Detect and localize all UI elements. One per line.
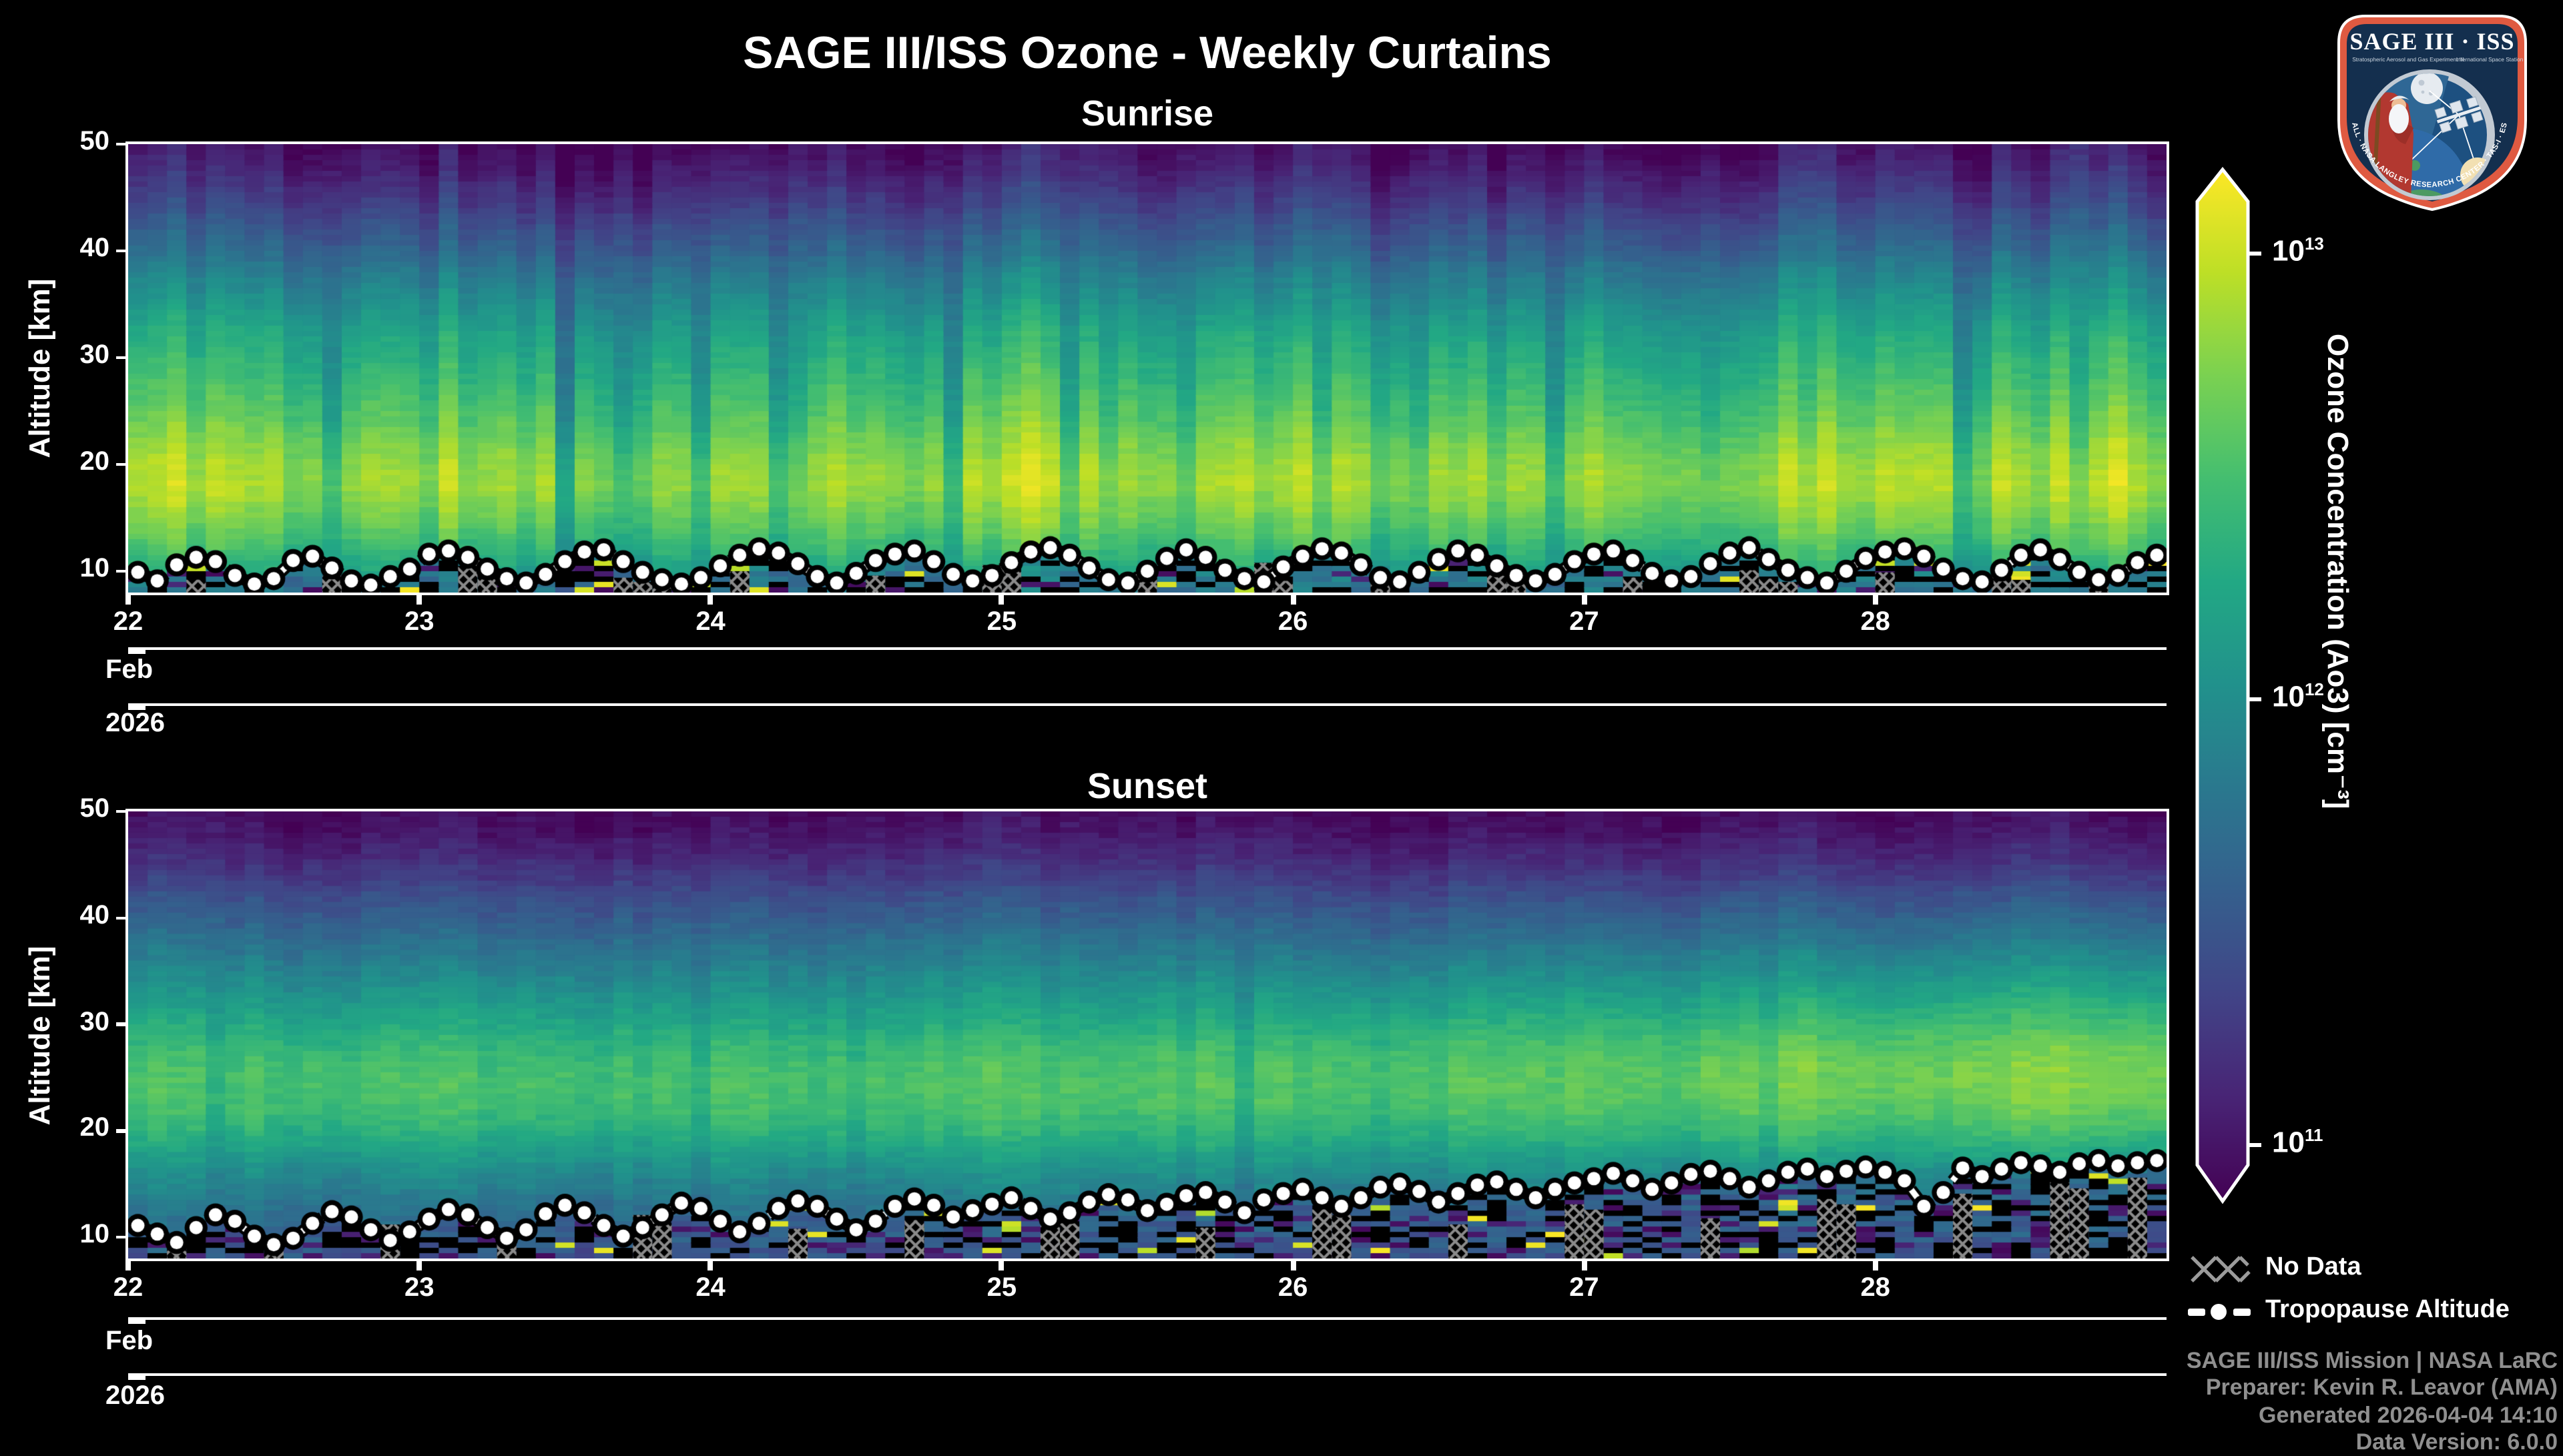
x-tick-label: 23 [379,1273,459,1304]
x-tick [708,1261,714,1270]
panel-title-sunset: Sunset [128,766,2167,807]
colorbar-gradient-arrow [2197,169,2248,1201]
y-tick-label: 30 [53,1007,109,1038]
x-tick-label: 24 [671,1273,751,1304]
x-tick-label: 25 [962,1273,1042,1304]
x-tick-label: 27 [1544,1273,1624,1304]
x-tick [999,1261,1005,1270]
attribution-preparer: Preparer: Kevin R. Leavor (AMA) [1957,1375,2558,1403]
y-tick [116,250,128,253]
tropopause-label: Tropopause Altitude [2265,1296,2510,1325]
colorbar-tick-label: 1012 [2272,679,2324,715]
y-tick-label: 40 [53,234,109,264]
logo-figure-beard [2389,104,2409,133]
y-tick-label: 40 [53,901,109,932]
x-tick-label: 26 [1253,1273,1333,1304]
y-tick [116,1129,128,1132]
y-tick-label: 50 [53,794,109,825]
date-row-line [128,703,2167,706]
y-tick-label: 30 [53,340,109,371]
colorbar [2187,157,2280,1225]
x-tick-label: 24 [671,607,751,637]
x-tick [1581,1261,1587,1270]
y-tick [116,810,128,813]
x-tick [1290,1261,1296,1270]
x-tick [125,1261,131,1270]
x-tick [416,595,422,605]
date-row-tick [128,649,146,654]
logo-subtitle-left: Stratospheric Aerosol and Gas Experiment… [2352,56,2464,63]
dashboard: SAGE III/ISS Ozone - Weekly Curtains Sun… [0,0,2563,1441]
attribution-mission: SAGE III/ISS Mission | NASA LaRC [1957,1348,2558,1375]
mission-logo: SAGE III · ISS Stratospheric Aerosol and… [2325,5,2539,219]
date-row-tick [128,1319,146,1324]
y-tick [116,356,128,360]
panel-title-sunrise: Sunrise [128,93,2167,135]
x-tick [1873,1261,1878,1270]
sunset-plot-frame [125,809,2169,1261]
y-tick-label: 10 [53,554,109,585]
y-tick [116,570,128,573]
colorbar-axis-label: Ozone Concentration (Ao3) [cm⁻³] [2320,334,2355,1134]
y-tick [116,916,128,920]
x-tick-label: 22 [88,607,168,637]
date-row-line [128,1317,2167,1320]
logo-subtitle-right: International Space Station [2456,56,2524,63]
x-tick [125,595,131,605]
date-row-tick [128,1375,146,1380]
y-tick-label: 20 [53,1114,109,1144]
colorbar-tick-label: 1011 [2272,1125,2323,1160]
x-tick-label: 26 [1253,607,1333,637]
date-year-label: 2026 [105,1381,165,1411]
attribution-block: SAGE III/ISS Mission | NASA LaRC Prepare… [1957,1348,2558,1456]
x-tick [708,595,714,605]
x-tick [1581,595,1587,605]
date-row-line [128,647,2167,650]
page-title: SAGE III/ISS Ozone - Weekly Curtains [128,28,2167,80]
x-tick [1290,595,1296,605]
date-month-label: Feb [105,1326,153,1357]
y-tick-label: 10 [53,1220,109,1250]
no-data-label: No Data [2265,1253,2361,1283]
y-tick-label: 50 [53,127,109,157]
logo-title: SAGE III · ISS [2349,28,2514,55]
x-tick-label: 22 [88,1273,168,1304]
y-tick [116,1236,128,1239]
y-tick-label: 20 [53,447,109,478]
x-tick-label: 23 [379,607,459,637]
attribution-version: Data Version: 6.0.0 [1957,1429,2558,1456]
x-tick-label: 28 [1835,607,1916,637]
x-tick [999,595,1005,605]
attribution-generated: Generated 2026-04-04 14:10 [1957,1402,2558,1429]
date-row-line [128,1373,2167,1376]
y-tick [116,463,128,466]
y-tick [116,1023,128,1026]
no-data-hatch-icon [2189,1254,2251,1284]
date-month-label: Feb [105,655,153,685]
logo-moon [2411,72,2443,104]
y-axis-label: Altitude [km] [23,946,57,1125]
x-tick-label: 27 [1544,607,1624,637]
x-tick-label: 25 [962,607,1042,637]
y-axis-label: Altitude [km] [23,279,57,458]
x-tick-label: 28 [1835,1273,1916,1304]
colorbar-tick-label: 1013 [2272,234,2324,269]
y-tick [116,143,128,146]
x-tick [1873,595,1878,605]
x-tick [416,1261,422,1270]
date-year-label: 2026 [105,708,165,739]
sunrise-plot-frame [125,141,2169,595]
tropopause-line-icon [2187,1300,2253,1324]
